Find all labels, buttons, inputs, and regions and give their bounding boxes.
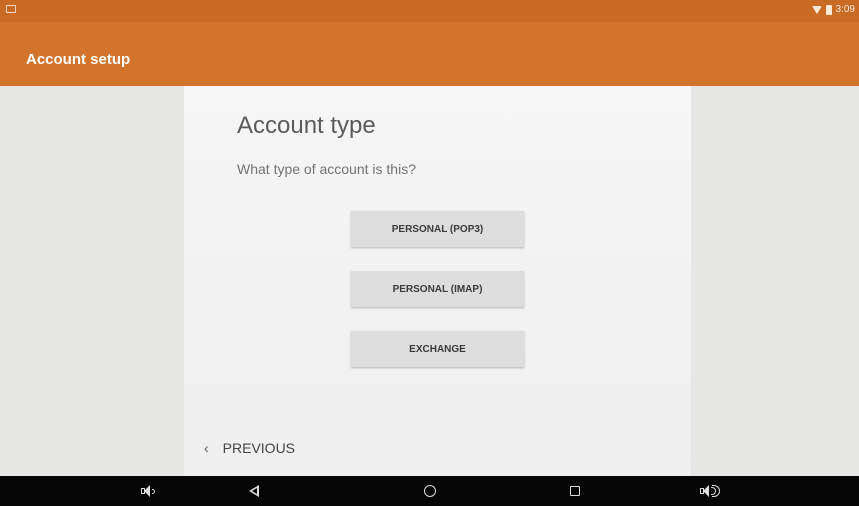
screenshot-icon <box>6 5 16 13</box>
chevron-left-icon: ‹ <box>204 440 209 456</box>
wifi-icon <box>811 5 822 14</box>
volume-down-icon[interactable] <box>128 476 168 506</box>
status-bar: 3:09 <box>0 0 859 22</box>
previous-label: PREVIOUS <box>222 440 296 456</box>
status-time: 3:09 <box>835 4 855 15</box>
app-title: Account setup <box>26 51 131 68</box>
page-title: Account type <box>237 112 376 139</box>
volume-up-icon[interactable] <box>690 476 730 506</box>
home-icon[interactable] <box>410 476 450 506</box>
account-type-card: Account type What type of account is thi… <box>184 86 691 476</box>
back-icon[interactable] <box>234 476 274 506</box>
status-icons: 3:09 <box>811 4 855 15</box>
previous-button[interactable]: ‹ PREVIOUS <box>204 440 295 456</box>
content-area: Account type What type of account is thi… <box>0 86 859 476</box>
navigation-bar <box>0 476 859 506</box>
battery-icon <box>825 4 832 15</box>
page-subtitle: What type of account is this? <box>237 161 416 177</box>
app-bar: Account setup <box>0 22 859 86</box>
personal-imap-button[interactable]: PERSONAL (IMAP) <box>351 271 524 307</box>
recents-icon[interactable] <box>555 476 595 506</box>
personal-pop3-button[interactable]: PERSONAL (POP3) <box>351 211 524 247</box>
exchange-button[interactable]: EXCHANGE <box>351 331 524 367</box>
